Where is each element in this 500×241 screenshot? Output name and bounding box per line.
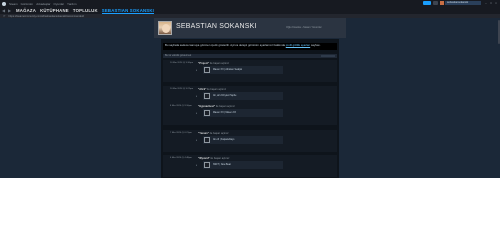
notifications-bell-icon[interactable] (433, 1, 438, 5)
activity-action: ile başarı açtınız (210, 157, 230, 160)
achievement-card[interactable]: Ab e'll | Kapadeblays (203, 136, 283, 144)
achievement-title: Ab e'll | Kapadeblays (213, 139, 235, 141)
activity-item: 7 Mar 2024 @ 6:21pm "Yanum" ile başarı a… (163, 130, 337, 152)
main-nav: ◀ ▶ MAĞAZA KÜTÜPHANE TOPLULUK SEBASTIAN … (0, 7, 500, 14)
filter-label: Bu tür etkinlik göstermek (165, 54, 192, 57)
activity-action: ile başarı açtınız (209, 132, 229, 135)
tab-profile[interactable]: SEBASTIAN SOKANSKI (101, 8, 155, 14)
activity-date: 10 Mar 2024 @ 5:22pm (170, 88, 194, 90)
activity-date: 6 Mar 2024 @ 4:48pm (170, 157, 192, 159)
game-link[interactable]: "Hypnachest" (198, 105, 215, 108)
privacy-notice-tail: sayfası. (310, 43, 321, 47)
menu-friends[interactable]: Arkadaşlar (36, 2, 50, 6)
steam-client-window: Steam Görünüm Arkadaşlar Oyunlar Yardım … (0, 0, 500, 178)
account-menu[interactable]: sebastiansokanski (445, 1, 481, 5)
menu-view[interactable]: Görünüm (21, 2, 34, 6)
privacy-settings-link[interactable]: profil gizlilik ayarları (286, 43, 310, 47)
activity-headline: "Project" ile başarı açtınız (198, 62, 229, 65)
achievement-icon (204, 162, 210, 168)
activity-item: 8 Mar 2024 @ 9:16pm "Hypnachest" ile baş… (163, 103, 337, 125)
activity-headline: "Wyvard" ile başarı açtınız (198, 157, 229, 160)
menu-games[interactable]: Oyunlar (54, 2, 65, 6)
bullet-icon: • (196, 164, 197, 167)
profile-breadcrumb: Oğlu Kosoka › Steam Yorumlar (286, 26, 322, 29)
achievement-title: Maven XX | Abroken Sealpsi (213, 69, 243, 71)
back-arrow-icon[interactable]: ◀ (2, 8, 6, 13)
achievement-title: NSFT | New Beat (213, 164, 231, 166)
achievement-icon (204, 93, 210, 99)
menu-help[interactable]: Yardım (67, 2, 76, 6)
activity-action: ile başarı açtınız (215, 105, 235, 108)
activity-panel: Bu sayfada sadece kamuya görünen içerik … (161, 39, 339, 178)
achievement-card[interactable]: Maven XX | Maven XX (203, 109, 283, 117)
achievement-icon (204, 67, 210, 73)
activity-action: ile başarı açtınız (210, 62, 229, 65)
achievement-card[interactable]: Maven XX | Abroken Sealpsi (203, 66, 283, 74)
game-link[interactable]: "Yanum" (198, 132, 209, 135)
activity-headline: "Yanum" ile başarı açtınız (198, 132, 229, 135)
avatar[interactable] (158, 21, 172, 35)
tab-library[interactable]: KÜTÜPHANE (40, 8, 69, 13)
bullet-icon: • (196, 95, 197, 98)
achievement-title: Maven XX | Maven XX (213, 112, 237, 114)
activity-headline: "Hypnachest" ile başarı açtınız (198, 105, 235, 108)
close-icon[interactable]: × (494, 1, 498, 5)
activity-date: 7 Mar 2024 @ 6:21pm (170, 132, 192, 134)
forward-arrow-icon[interactable]: ▶ (8, 8, 12, 13)
activity-item: 10 Mar 2024 @ 5:30pm "Project" ile başar… (163, 60, 337, 82)
tab-community[interactable]: TOPLULUK (73, 8, 98, 13)
achievement-title: Ah, at's Khrylen Haphe (213, 95, 237, 97)
privacy-notice-text: Bu sayfada sadece kamuya görünen içerik … (165, 43, 285, 47)
scrollbar-thumb[interactable] (497, 20, 500, 44)
user-avatar-mini[interactable] (440, 1, 444, 5)
top-menu-bar: Steam Görünüm Arkadaşlar Oyunlar Yardım … (0, 0, 500, 7)
bullet-icon: • (196, 112, 197, 115)
tray-area: sebastiansokanski – □ × (423, 1, 498, 5)
maximize-icon[interactable]: □ (489, 1, 493, 5)
achievement-card[interactable]: Ah, at's Khrylen Haphe (203, 92, 283, 100)
activity-item: 6 Mar 2024 @ 4:48pm "Wyvard" ile başarı … (163, 155, 337, 177)
achievement-icon (204, 110, 210, 116)
profile-header: SEBASTIAN SOKANSKI Oğlu Kosoka › Steam Y… (154, 18, 346, 38)
tab-store[interactable]: MAĞAZA (16, 8, 36, 13)
game-link[interactable]: "Ahrii" (198, 88, 206, 91)
achievement-card[interactable]: NSFT | New Beat (203, 161, 283, 169)
game-link[interactable]: "Wyvard" (198, 157, 210, 160)
menu-steam[interactable]: Steam (9, 2, 18, 6)
game-link[interactable]: "Project" (198, 62, 209, 65)
privacy-notice: Bu sayfada sadece kamuya görünen içerik … (163, 43, 337, 50)
activity-date: 10 Mar 2024 @ 5:30pm (170, 62, 194, 64)
activity-filter[interactable]: Bu tür etkinlik göstermek (163, 54, 337, 58)
activity-headline: "Ahrii" ile başarı açtınız (198, 88, 226, 91)
broadcast-button[interactable] (423, 1, 431, 5)
activity-action: ile başarı açtınız (207, 88, 226, 91)
achievement-icon (204, 137, 210, 143)
filter-search-input[interactable] (321, 54, 335, 58)
steam-logo-icon[interactable] (2, 1, 6, 6)
bullet-icon: • (196, 69, 197, 72)
url-text[interactable]: https://steamcommunity.com/id/sebastians… (9, 15, 85, 18)
reload-icon[interactable]: ⟳ (3, 14, 6, 18)
profile-name[interactable]: SEBASTIAN SOKANSKI (176, 23, 257, 30)
minimize-icon[interactable]: – (484, 1, 488, 5)
activity-date: 8 Mar 2024 @ 9:16pm (170, 105, 192, 107)
bullet-icon: • (196, 139, 197, 142)
